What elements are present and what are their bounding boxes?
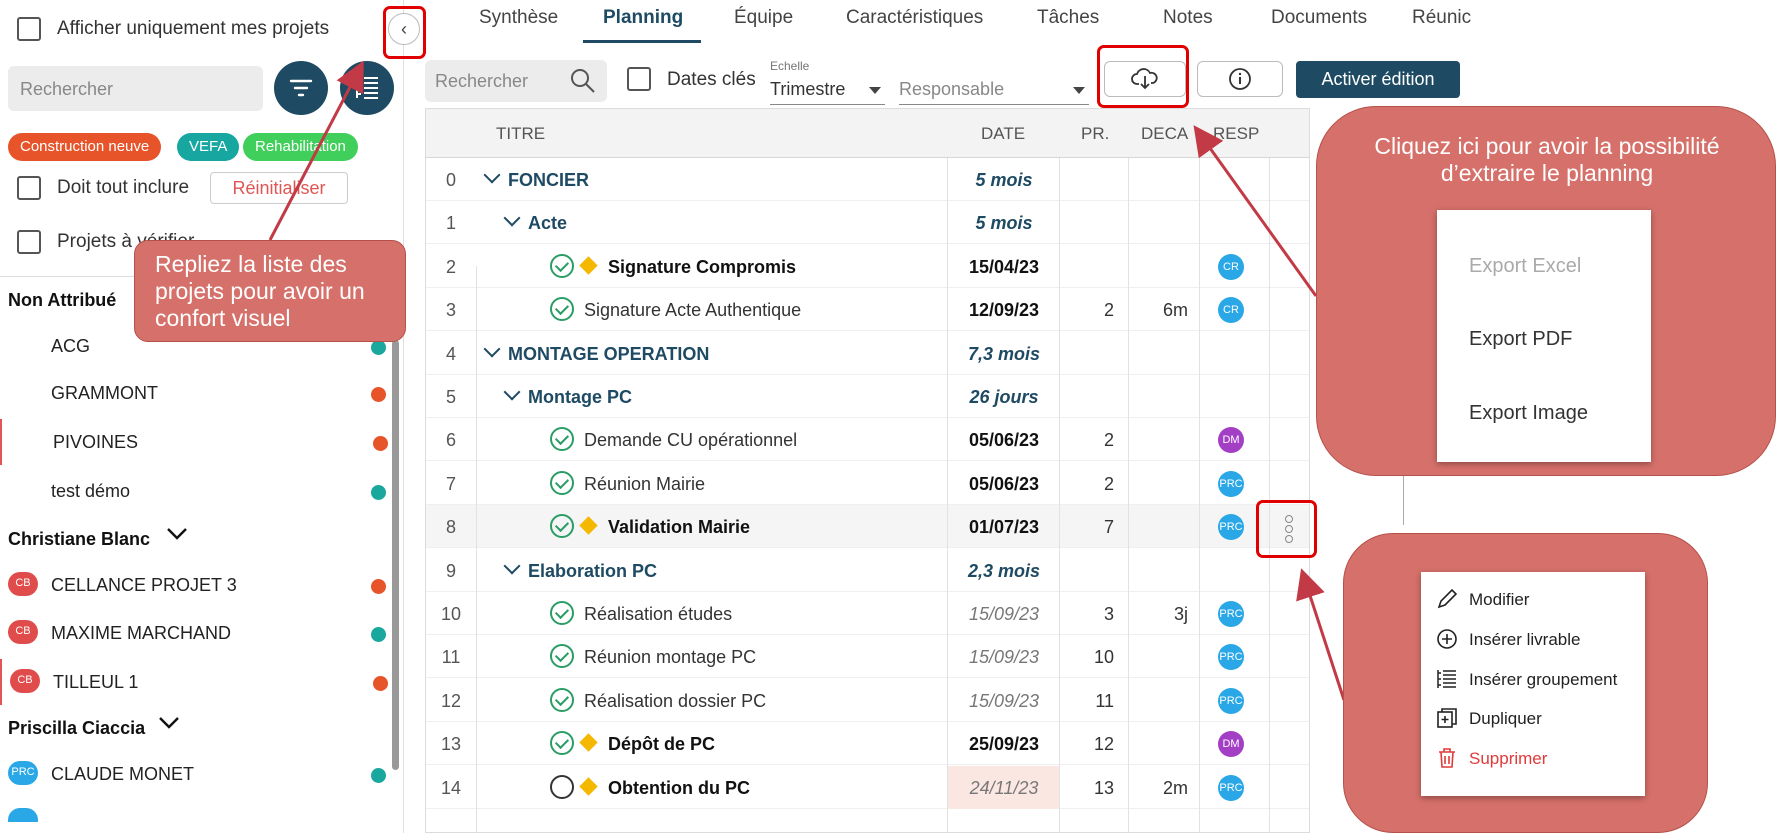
callout-row-actions: Modifier Insérer livrable Insérer groupe…: [1343, 533, 1708, 833]
menu-item-label: Dupliquer: [1469, 709, 1542, 728]
menu-item-inserer-livrable[interactable]: Insérer livrable: [1421, 621, 1645, 657]
row-context-menu: Modifier Insérer livrable Insérer groupe…: [1421, 572, 1645, 796]
menu-item-dupliquer[interactable]: Dupliquer: [1421, 700, 1645, 736]
export-pdf-item[interactable]: Export PDF: [1469, 328, 1572, 351]
export-image-item[interactable]: Export Image: [1469, 402, 1588, 425]
callout-export: Cliquez ici pour avoir la possibilité d’…: [1316, 106, 1776, 476]
pencil-icon: [1437, 588, 1458, 609]
menu-item-label: Insérer groupement: [1469, 670, 1618, 689]
menu-item-supprimer[interactable]: Supprimer: [1421, 740, 1645, 776]
trash-icon: [1439, 748, 1455, 768]
callout-export-text: Cliquez ici pour avoir la possibilité d’…: [1374, 133, 1720, 186]
export-excel-item[interactable]: Export Excel: [1469, 255, 1581, 278]
menu-item-label: Insérer livrable: [1469, 630, 1581, 649]
menu-item-inserer-groupement[interactable]: Insérer groupement: [1421, 661, 1645, 697]
menu-item-label: Modifier: [1469, 590, 1530, 609]
menu-item-modifier[interactable]: Modifier: [1421, 581, 1645, 617]
export-menu: Export Excel Export PDF Export Image: [1437, 210, 1651, 462]
menu-item-label: Supprimer: [1469, 749, 1548, 768]
callout-collapse-text: Repliez la liste des projets pour avoir …: [155, 251, 365, 331]
duplicate-icon: [1437, 708, 1457, 728]
list-tree-icon: [1437, 670, 1456, 688]
callout-collapse: Repliez la liste des projets pour avoir …: [134, 240, 406, 342]
plus-circle-icon: [1437, 629, 1457, 649]
highlight-row-actions: [1256, 500, 1317, 558]
